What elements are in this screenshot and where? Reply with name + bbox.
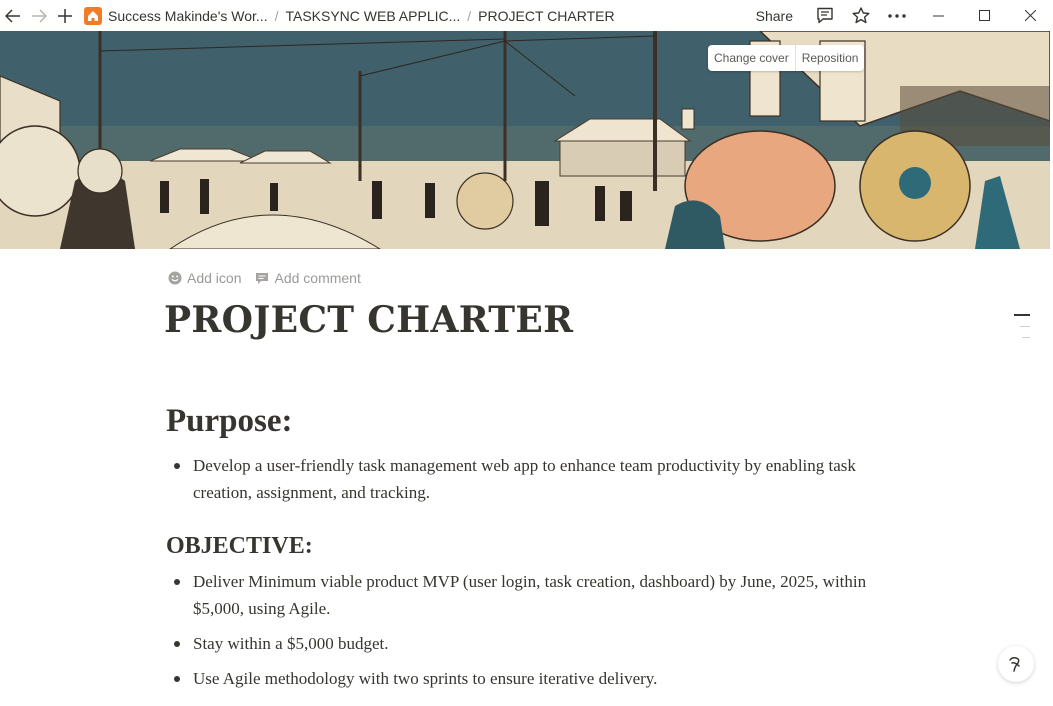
cover-woodblock-illustration [0, 31, 1050, 249]
minimize-window-icon[interactable] [915, 0, 961, 31]
breadcrumb-workspace[interactable]: Success Makinde's Wor... [80, 6, 272, 25]
add-icon-label: Add icon [187, 270, 242, 286]
top-right-actions: Share [756, 0, 1053, 31]
list-item[interactable]: Use Agile methodology with two sprints t… [166, 665, 886, 692]
page-header-actions: Add icon Add comment [168, 270, 375, 286]
new-page-plus-icon[interactable] [52, 5, 78, 27]
purpose-bullet-list: Develop a user-friendly task management … [166, 452, 886, 506]
comment-bubble-icon [256, 272, 269, 284]
toc-line [1022, 337, 1030, 338]
page-content: Purpose: Develop a user-friendly task ma… [166, 400, 886, 700]
breadcrumb-current-page[interactable]: PROJECT CHARTER [474, 8, 618, 24]
breadcrumb-separator: / [467, 7, 472, 24]
smiley-icon [168, 271, 182, 285]
share-button[interactable]: Share [756, 8, 793, 24]
breadcrumb-separator: / [274, 7, 279, 24]
add-comment-button[interactable]: Add comment [255, 270, 361, 286]
toc-line [1020, 326, 1030, 327]
more-options-icon[interactable] [879, 0, 915, 31]
objective-heading[interactable]: OBJECTIVE: [166, 530, 886, 562]
close-window-icon[interactable] [1007, 0, 1053, 31]
breadcrumb-workspace-label: Success Makinde's Wor... [108, 7, 268, 24]
breadcrumb-tasksync-label: TASKSYNC WEB APPLIC... [285, 7, 461, 24]
favorite-star-icon[interactable] [843, 0, 879, 31]
help-icon [1009, 657, 1020, 672]
maximize-window-icon[interactable] [961, 0, 1007, 31]
comments-icon[interactable] [807, 0, 843, 31]
breadcrumb: Success Makinde's Wor... / TASKSYNC WEB … [80, 6, 619, 25]
back-arrow-icon[interactable] [0, 5, 26, 27]
list-item[interactable]: Develop a user-friendly task management … [166, 452, 886, 506]
breadcrumb-current-label: PROJECT CHARTER [478, 7, 615, 24]
objective-bullet-list: Deliver Minimum viable product MVP (user… [166, 568, 886, 692]
breadcrumb-tasksync[interactable]: TASKSYNC WEB APPLIC... [281, 8, 464, 24]
add-comment-label: Add comment [274, 270, 361, 286]
forward-arrow-icon[interactable] [26, 5, 52, 27]
home-icon [84, 6, 102, 25]
reposition-button[interactable]: Reposition [794, 45, 865, 71]
list-item[interactable]: Deliver Minimum viable product MVP (user… [166, 568, 886, 622]
top-bar: Success Makinde's Wor... / TASKSYNC WEB … [0, 0, 1053, 31]
purpose-heading[interactable]: Purpose: [166, 400, 886, 442]
cover-image: Change cover Reposition [0, 31, 1050, 249]
list-item[interactable]: Stay within a $5,000 budget. [166, 630, 886, 657]
page-title[interactable]: PROJECT CHARTER [164, 299, 573, 341]
help-button[interactable] [998, 646, 1034, 682]
add-icon-button[interactable]: Add icon [168, 270, 241, 286]
toc-line-active [1014, 314, 1030, 316]
change-cover-button[interactable]: Change cover [708, 45, 795, 71]
table-of-contents-indicator[interactable] [1014, 314, 1030, 348]
cover-actions: Change cover Reposition [708, 45, 865, 71]
